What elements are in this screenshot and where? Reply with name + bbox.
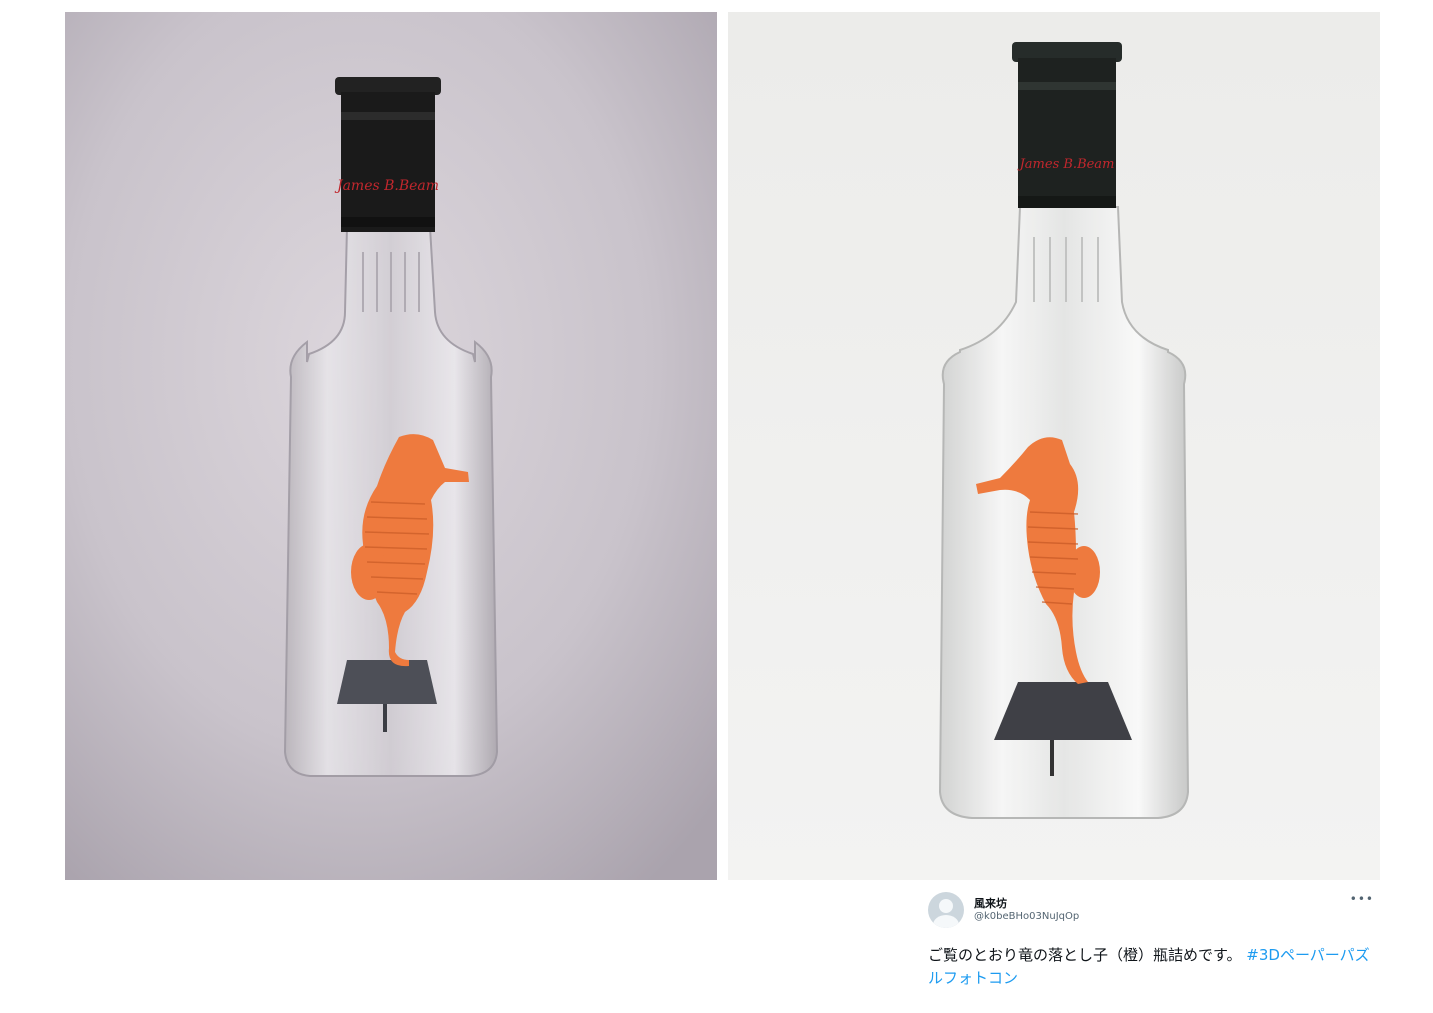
svg-text:James B.Beam: James B.Beam xyxy=(334,178,439,194)
tweet-text: ご覧のとおり竜の落とし子（橙）瓶詰めです。 #3Dペーパーパズルフォトコン xyxy=(928,944,1380,990)
avatar[interactable] xyxy=(928,892,964,928)
avatar-head xyxy=(939,899,953,913)
tweet-body: ご覧のとおり竜の落とし子（橙）瓶詰めです。 xyxy=(928,946,1242,964)
user-handle[interactable]: @k0beBHo03NuJqOp xyxy=(974,911,1079,922)
photo-left[interactable]: James B.Beam xyxy=(65,12,717,880)
bottle-photo-left: James B.Beam xyxy=(65,12,717,880)
photo-right[interactable]: James B.Beam xyxy=(728,12,1380,880)
more-dots-icon[interactable]: ••• xyxy=(1350,892,1374,906)
svg-text:James B.Beam: James B.Beam xyxy=(1017,157,1115,172)
tweet-card: 風来坊 @k0beBHo03NuJqOp ••• ご覧のとおり竜の落とし子（橙）… xyxy=(928,890,1380,1000)
avatar-shoulders xyxy=(933,915,959,928)
bottle-photo-right: James B.Beam xyxy=(728,12,1380,880)
display-name[interactable]: 風来坊 xyxy=(974,895,1007,911)
